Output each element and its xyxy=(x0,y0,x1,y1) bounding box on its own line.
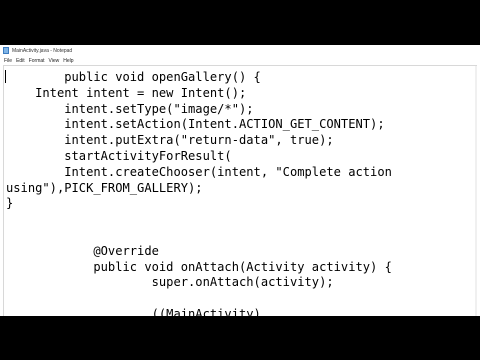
code-line-1: public void openGallery() { xyxy=(6,70,261,84)
text-editor-area[interactable]: public void openGallery() { Intent inten… xyxy=(3,65,477,316)
title-bar: MainActivity.java - Notepad xyxy=(0,45,480,56)
code-line-9: } xyxy=(6,196,14,211)
code-line-13: public void onAttach(Activity activity) … xyxy=(6,259,392,274)
code-line-14: super.onAttach(activity); xyxy=(6,275,334,290)
code-line-16: ((MainActivity) xyxy=(6,306,261,316)
menu-edit[interactable]: Edit xyxy=(16,58,25,64)
vertical-scrollbar[interactable] xyxy=(475,66,477,316)
code-text[interactable]: public void openGallery() { Intent inten… xyxy=(5,70,392,316)
menu-bar: File Edit Format View Help xyxy=(0,56,480,65)
code-line-3: intent.setType("image/*"); xyxy=(6,101,254,116)
code-line-2: Intent intent = new Intent(); xyxy=(6,85,247,100)
code-line-7: Intent.createChooser(intent, "Complete a… xyxy=(6,164,392,179)
code-line-8: using"),PICK_FROM_GALLERY); xyxy=(6,180,203,195)
window-title: MainActivity.java - Notepad xyxy=(12,47,73,54)
menu-help[interactable]: Help xyxy=(63,58,73,64)
code-line-4: intent.setAction(Intent.ACTION_GET_CONTE… xyxy=(6,117,385,132)
menu-view[interactable]: View xyxy=(49,58,60,64)
menu-file[interactable]: File xyxy=(4,58,12,64)
notepad-app-icon xyxy=(3,47,9,54)
code-line-12: @Override xyxy=(6,243,159,258)
menu-format[interactable]: Format xyxy=(29,58,45,64)
code-line-6: startActivityForResult( xyxy=(6,148,232,163)
code-line-5: intent.putExtra("return-data", true); xyxy=(6,133,334,148)
notepad-window: MainActivity.java - Notepad File Edit Fo… xyxy=(0,45,480,316)
